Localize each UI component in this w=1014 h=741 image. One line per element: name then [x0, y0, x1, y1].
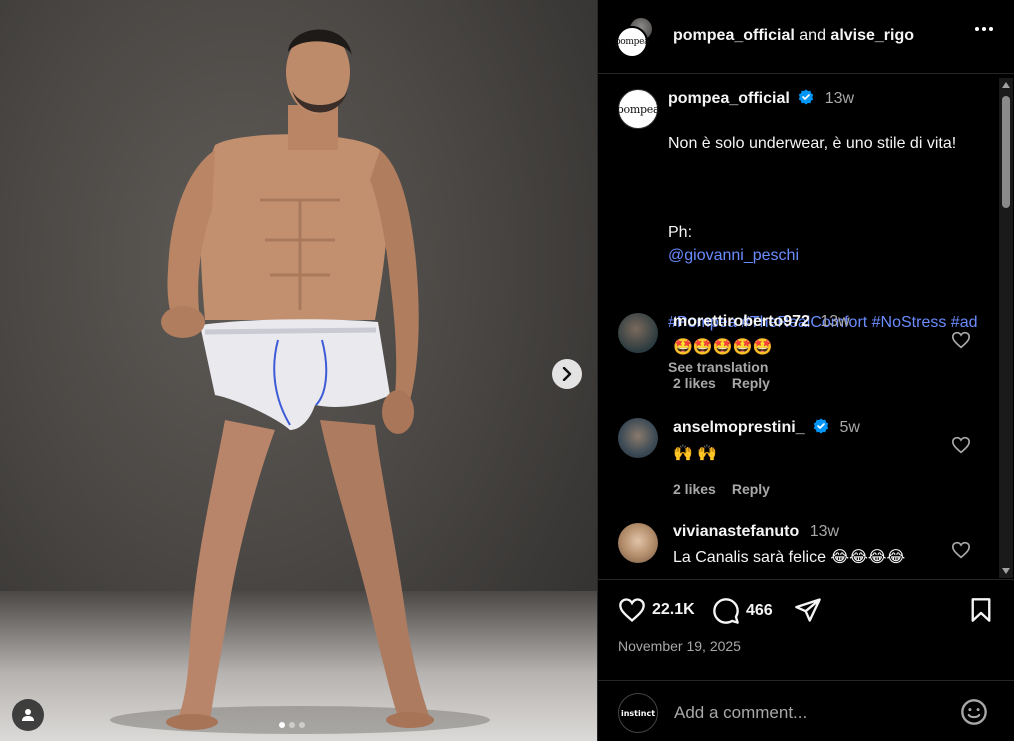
carousel-dot — [299, 722, 305, 728]
add-comment-bar: instinct Add a comment... — [598, 680, 1014, 741]
mention-link[interactable]: @giovanni_peschi — [668, 247, 799, 264]
share-button[interactable] — [794, 597, 822, 623]
comment-button[interactable]: 466 — [712, 597, 773, 625]
comment-likes[interactable]: 2 likes — [673, 481, 716, 497]
reply-button[interactable]: Reply — [732, 375, 770, 391]
caption-time[interactable]: 13w — [825, 90, 854, 107]
caption-username[interactable]: pompea_official — [668, 90, 790, 107]
comment-time[interactable]: 5w — [840, 419, 860, 436]
post-media[interactable] — [0, 0, 597, 741]
reply-button[interactable]: Reply — [732, 481, 770, 497]
collab-avatars[interactable]: pompea — [614, 16, 658, 58]
comments-scrollbar[interactable] — [999, 78, 1013, 578]
avatar[interactable] — [618, 523, 658, 563]
scroll-up-arrow-icon[interactable] — [1002, 82, 1010, 88]
comment-bubble-icon — [713, 598, 739, 624]
post-sidebar: pompea pompea_official and alvise_rigo p… — [597, 0, 1014, 741]
avatar[interactable]: instinct — [618, 693, 658, 733]
send-icon — [795, 598, 821, 622]
comment-likes[interactable]: 2 likes — [673, 375, 716, 391]
scroll-down-arrow-icon[interactable] — [1002, 568, 1010, 574]
comment-username[interactable]: anselmoprestini_ — [673, 419, 805, 436]
avatar[interactable]: pompea — [617, 89, 660, 129]
scrollbar-thumb[interactable] — [1002, 96, 1010, 208]
author-link[interactable]: pompea_official — [673, 27, 795, 44]
post-author-line: pompea_official and alvise_rigo — [673, 27, 914, 45]
avatar[interactable]: pompea — [614, 26, 650, 58]
save-button[interactable] — [970, 597, 992, 623]
bookmark-icon — [971, 598, 991, 622]
tagged-users-button[interactable] — [12, 699, 44, 731]
heart-icon[interactable] — [951, 541, 971, 559]
avatar-logo-text: pompea — [614, 37, 650, 47]
post-header: pompea pompea_official and alvise_rigo — [598, 0, 1014, 74]
comment-text: 🤩🤩🤩🤩🤩 — [673, 339, 773, 356]
carousel-indicator — [279, 722, 305, 728]
comment-text: La Canalis sarà felice 😂😂😂😂 — [673, 549, 906, 566]
collaborator-link[interactable]: alvise_rigo — [830, 27, 914, 44]
avatar[interactable] — [618, 313, 658, 353]
post-actions: 22.1K 466 — [598, 579, 1014, 639]
more-options-button[interactable] — [975, 27, 993, 31]
comments-list[interactable]: pompea pompea_official 13w Non è solo un… — [598, 75, 1014, 579]
heart-icon[interactable] — [951, 436, 971, 454]
post-date[interactable]: November 19, 2025 — [618, 638, 741, 654]
verified-badge-icon — [813, 418, 829, 434]
author-joiner: and — [799, 27, 826, 44]
avatar[interactable] — [618, 418, 658, 458]
carousel-dot — [289, 722, 295, 728]
comment-input[interactable]: Add a comment... — [674, 703, 807, 723]
like-button[interactable]: 22.1K — [618, 597, 695, 623]
post-photo — [110, 29, 490, 734]
comment-text: 🙌 🙌 — [673, 445, 718, 462]
photo-credit-label: Ph: — [668, 224, 693, 241]
comments-count: 466 — [746, 602, 773, 619]
emoji-icon[interactable] — [960, 698, 988, 726]
chevron-right-icon — [562, 367, 572, 381]
comment-username[interactable]: morettiroberto972 — [673, 313, 810, 330]
comment-time[interactable]: 13w — [820, 313, 849, 330]
heart-icon[interactable] — [951, 331, 971, 349]
carousel-dot — [279, 722, 285, 728]
caption-line: Non è solo underwear, è uno stile di vit… — [668, 134, 957, 152]
likes-count[interactable]: 22.1K — [652, 601, 695, 619]
person-icon — [22, 709, 34, 721]
carousel-next-button[interactable] — [552, 359, 582, 389]
comment-time[interactable]: 13w — [810, 523, 839, 540]
heart-icon — [619, 598, 645, 623]
comment-username[interactable]: vivianastefanuto — [673, 523, 799, 540]
verified-badge-icon — [799, 89, 814, 105]
